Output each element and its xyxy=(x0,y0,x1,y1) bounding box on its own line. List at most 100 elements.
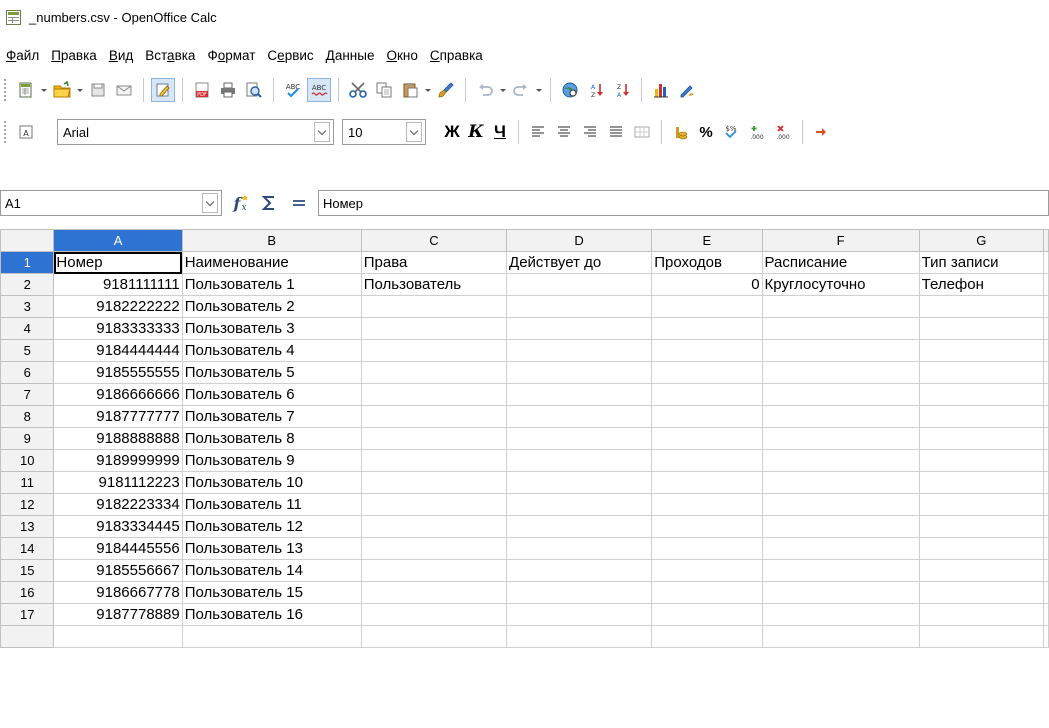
cell[interactable] xyxy=(918,493,1045,516)
cell[interactable] xyxy=(360,559,508,582)
cell[interactable] xyxy=(651,405,763,428)
cell[interactable] xyxy=(761,339,920,362)
clone-formatting-button[interactable] xyxy=(434,78,458,102)
menu-item[interactable]: Правка xyxy=(45,48,103,63)
cell[interactable] xyxy=(1043,537,1049,560)
cell[interactable]: Пользователь 11 xyxy=(181,493,362,516)
cell[interactable] xyxy=(761,361,920,384)
cell[interactable] xyxy=(506,361,653,384)
cell[interactable] xyxy=(1043,317,1049,340)
cell[interactable] xyxy=(1043,361,1049,384)
cell[interactable]: Пользователь xyxy=(360,273,508,296)
toolbar-grip[interactable] xyxy=(3,120,7,144)
save-button[interactable] xyxy=(86,78,110,102)
cell[interactable]: Права xyxy=(360,251,508,274)
menu-item[interactable]: Файл xyxy=(0,48,45,63)
cell[interactable] xyxy=(761,515,920,538)
cell[interactable] xyxy=(360,493,508,516)
column-header[interactable]: F xyxy=(761,229,920,252)
cell[interactable] xyxy=(360,427,508,450)
cell[interactable]: 9184444444 xyxy=(53,339,183,362)
cell[interactable] xyxy=(506,515,653,538)
align-right-button[interactable] xyxy=(578,120,602,144)
email-button[interactable] xyxy=(112,78,136,102)
column-header[interactable]: D xyxy=(506,229,653,252)
cell[interactable] xyxy=(651,625,763,648)
menu-item[interactable]: Вид xyxy=(103,48,139,63)
sort-ascending-button[interactable]: AZ xyxy=(584,78,608,102)
cell[interactable] xyxy=(761,603,920,626)
cell[interactable] xyxy=(761,295,920,318)
cell[interactable]: Пользователь 10 xyxy=(181,471,362,494)
cell[interactable]: Пользователь 4 xyxy=(181,339,362,362)
cell[interactable]: 9186667778 xyxy=(53,581,183,604)
cell[interactable]: Тип записи xyxy=(918,251,1045,274)
copy-button[interactable] xyxy=(372,78,396,102)
cell[interactable]: 9186666666 xyxy=(53,383,183,406)
cell[interactable]: 9185556667 xyxy=(53,559,183,582)
merge-cells-button[interactable] xyxy=(630,120,654,144)
cell[interactable]: Пользователь 15 xyxy=(181,581,362,604)
cell[interactable] xyxy=(918,471,1045,494)
cell[interactable] xyxy=(651,361,763,384)
cell[interactable] xyxy=(506,559,653,582)
percent-format-button[interactable]: % xyxy=(694,124,718,141)
autospellcheck-button[interactable]: ABC xyxy=(307,78,331,102)
cell[interactable]: Пользователь 12 xyxy=(181,515,362,538)
cell[interactable]: Пользователь 6 xyxy=(181,383,362,406)
cell[interactable] xyxy=(360,295,508,318)
font-size-combo[interactable]: 10 xyxy=(342,119,426,145)
function-wizard-button[interactable]: fx xyxy=(226,190,252,216)
align-left-button[interactable] xyxy=(526,120,550,144)
row-header[interactable]: 8 xyxy=(0,405,55,428)
font-name-combo[interactable]: Arial xyxy=(57,119,334,145)
cell[interactable] xyxy=(918,559,1045,582)
cell[interactable]: Пользователь 5 xyxy=(181,361,362,384)
cell[interactable] xyxy=(918,295,1045,318)
cell[interactable]: 9182223334 xyxy=(53,493,183,516)
cell[interactable] xyxy=(360,603,508,626)
cell[interactable] xyxy=(506,427,653,450)
styles-formatting-button[interactable]: A xyxy=(14,120,38,144)
cell[interactable] xyxy=(651,493,763,516)
row-header[interactable]: 17 xyxy=(0,603,55,626)
row-header[interactable]: 7 xyxy=(0,383,55,406)
cell[interactable] xyxy=(651,515,763,538)
cell[interactable] xyxy=(918,603,1045,626)
row-header[interactable]: 5 xyxy=(0,339,55,362)
column-header[interactable]: B xyxy=(181,229,362,252)
bold-button[interactable]: Ж xyxy=(440,122,464,142)
delete-decimal-button[interactable]: .000 xyxy=(771,120,795,144)
cell[interactable] xyxy=(918,383,1045,406)
cell[interactable]: 9181112223 xyxy=(53,471,183,494)
cell[interactable] xyxy=(761,317,920,340)
cell[interactable]: Наименование xyxy=(181,251,362,274)
cell[interactable]: 9182222222 xyxy=(53,295,183,318)
spellcheck-button[interactable]: ABC xyxy=(281,78,305,102)
name-box-dropdown-icon[interactable] xyxy=(202,193,218,213)
cell[interactable] xyxy=(761,625,920,648)
cell[interactable] xyxy=(360,449,508,472)
column-header[interactable]: A xyxy=(53,229,183,252)
row-header[interactable]: 10 xyxy=(0,449,55,472)
cell[interactable] xyxy=(506,405,653,428)
row-header[interactable]: 15 xyxy=(0,559,55,582)
cell[interactable] xyxy=(1043,383,1049,406)
cell[interactable]: Номер xyxy=(53,251,183,274)
cell[interactable] xyxy=(53,625,183,648)
open-dropdown[interactable] xyxy=(75,78,85,102)
row-header[interactable]: 9 xyxy=(0,427,55,450)
cell[interactable]: Пользователь 1 xyxy=(181,273,362,296)
cell[interactable] xyxy=(761,559,920,582)
cell[interactable]: 9184445556 xyxy=(53,537,183,560)
cell[interactable] xyxy=(506,537,653,560)
cell[interactable] xyxy=(360,471,508,494)
cell[interactable] xyxy=(506,339,653,362)
cell[interactable] xyxy=(761,493,920,516)
cell[interactable]: Телефон xyxy=(918,273,1045,296)
row-header[interactable]: 3 xyxy=(0,295,55,318)
hyperlink-button[interactable] xyxy=(558,78,582,102)
cell[interactable] xyxy=(1043,295,1049,318)
cell[interactable] xyxy=(918,427,1045,450)
cell[interactable]: 9185555555 xyxy=(53,361,183,384)
